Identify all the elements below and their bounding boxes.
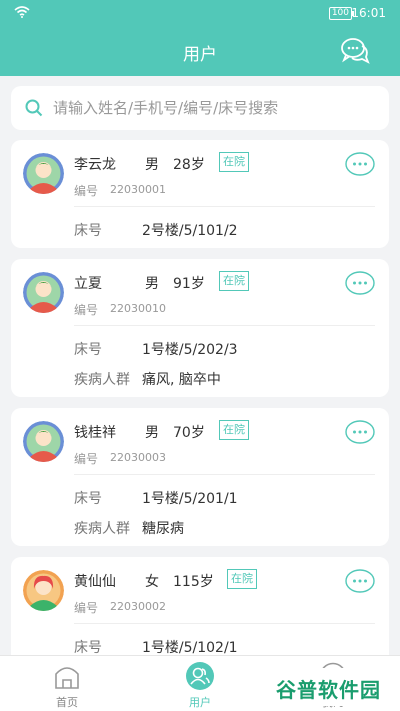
patient-age: 28岁 <box>173 157 205 173</box>
patient-name: 黄仙仙 <box>74 574 116 590</box>
patient-bed: 1号楼/5/201/1 <box>142 491 238 507</box>
status-bar: 100 16:01 <box>0 0 400 26</box>
patient-age: 91岁 <box>173 276 205 292</box>
watermark-text: 谷普软件园 <box>276 678 381 702</box>
watermark-logo: 谷普软件园 <box>270 668 390 706</box>
status-time: 16:01 <box>351 6 386 20</box>
status-badge: 在院 <box>227 569 257 589</box>
patient-card[interactable]: 立夏 男 91岁 在院 编号 22030010 床号 1号楼/5/202/3 疾… <box>11 259 389 397</box>
code-label: 编号 <box>74 601 99 615</box>
tab-home-label: 首页 <box>56 696 78 709</box>
patient-gender: 男 <box>145 276 159 292</box>
patient-age: 115岁 <box>173 574 214 590</box>
divider <box>74 325 375 326</box>
patient-age: 70岁 <box>173 425 205 441</box>
patient-card[interactable]: 黄仙仙 女 115岁 在院 编号 22030002 床号 1号楼/5/102/1 <box>11 557 389 665</box>
search-icon <box>25 99 43 117</box>
patient-code: 22030001 <box>110 183 166 196</box>
patient-bed: 2号楼/5/101/2 <box>142 223 238 239</box>
status-badge: 在院 <box>219 271 249 291</box>
divider <box>74 623 375 624</box>
patient-name: 立夏 <box>74 276 102 292</box>
disease-label: 疾病人群 <box>74 521 130 537</box>
code-label: 编号 <box>74 452 99 466</box>
divider <box>74 206 375 207</box>
divider <box>74 474 375 475</box>
app-header: 100 16:01 用户 <box>0 0 400 76</box>
more-options-icon[interactable] <box>345 152 375 176</box>
patient-gender: 女 <box>145 574 159 590</box>
patient-gender: 男 <box>145 157 159 173</box>
patient-disease: 痛风, 脑卒中 <box>142 372 221 388</box>
disease-label: 疾病人群 <box>74 372 130 388</box>
more-options-icon[interactable] <box>345 420 375 444</box>
bed-label: 床号 <box>74 640 102 656</box>
status-badge: 在院 <box>219 420 249 440</box>
users-icon <box>186 662 214 690</box>
patient-card[interactable]: 李云龙 男 28岁 在院 编号 22030001 床号 2号楼/5/101/2 <box>11 140 389 248</box>
bed-label: 床号 <box>74 223 102 239</box>
tab-home[interactable]: 首页 <box>27 656 107 711</box>
female-avatar-icon <box>23 570 64 611</box>
patient-code: 22030003 <box>110 451 166 464</box>
battery-indicator: 100 <box>328 7 355 20</box>
patient-bed: 1号楼/5/202/3 <box>142 342 238 358</box>
status-badge: 在院 <box>219 152 249 172</box>
more-options-icon[interactable] <box>345 569 375 593</box>
code-label: 编号 <box>74 184 99 198</box>
male-avatar-icon <box>23 272 64 313</box>
patient-name: 李云龙 <box>74 157 116 173</box>
wifi-icon <box>14 6 30 18</box>
bed-label: 床号 <box>74 342 102 358</box>
patient-name: 钱桂祥 <box>74 425 116 441</box>
tab-users-label: 用户 <box>189 696 211 709</box>
code-label: 编号 <box>74 303 99 317</box>
patient-bed: 1号楼/5/102/1 <box>142 640 238 656</box>
patient-code: 22030002 <box>110 600 166 613</box>
male-avatar-icon <box>23 153 64 194</box>
search-bar[interactable] <box>11 86 389 130</box>
more-options-icon[interactable] <box>345 271 375 295</box>
patient-disease: 糖尿病 <box>142 521 184 537</box>
chat-bubbles-icon[interactable] <box>340 37 370 65</box>
patient-gender: 男 <box>145 425 159 441</box>
search-input[interactable] <box>53 94 373 122</box>
male-avatar-icon <box>23 421 64 462</box>
tab-users[interactable]: 用户 <box>160 656 240 711</box>
patient-card[interactable]: 钱桂祥 男 70岁 在院 编号 22030003 床号 1号楼/5/201/1 … <box>11 408 389 546</box>
patient-list: 李云龙 男 28岁 在院 编号 22030001 床号 2号楼/5/101/2 … <box>11 140 389 676</box>
home-icon <box>55 667 79 689</box>
patient-code: 22030010 <box>110 302 166 315</box>
bed-label: 床号 <box>74 491 102 507</box>
